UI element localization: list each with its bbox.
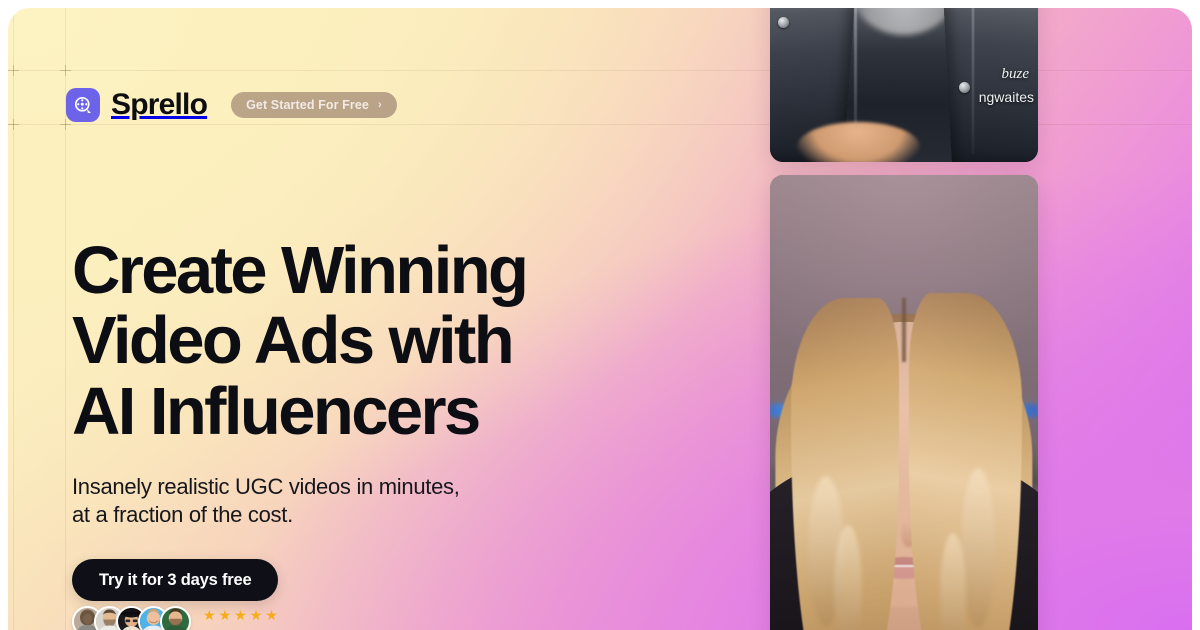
star-icon: ★ xyxy=(234,607,247,623)
video-preview-top[interactable]: buze ngwaites xyxy=(770,8,1038,162)
chevron-right-icon: › xyxy=(377,98,382,111)
page-title: Create Winning Video Ads with AI Influen… xyxy=(72,233,529,449)
creator-scene-artwork xyxy=(770,175,1038,630)
avatar xyxy=(160,606,191,630)
social-proof: ★ ★ ★ ★ ★ Join 100+ brands and agencies … xyxy=(72,606,484,630)
video-caption-line-2: ngwaites xyxy=(978,89,1034,105)
get-started-label: Get Started For Free xyxy=(246,98,369,112)
film-reel-icon xyxy=(66,88,100,122)
avatar-group xyxy=(72,606,191,630)
star-rating: ★ ★ ★ ★ ★ xyxy=(203,608,484,622)
video-preview-top-media: buze ngwaites xyxy=(770,8,1038,162)
social-proof-text-group: ★ ★ ★ ★ ★ Join 100+ brands and agencies … xyxy=(203,606,484,630)
hero-subheadline: Insanely realistic UGC videos in minutes… xyxy=(72,474,460,527)
video-caption-line-1: buze xyxy=(1001,66,1030,82)
brand-name: Sprello xyxy=(111,88,208,121)
hero-content: Create Winning Video Ads with AI Influen… xyxy=(72,233,712,602)
video-preview-main-media xyxy=(770,175,1038,630)
guide-crosshair-edge-bottom xyxy=(8,119,19,130)
guide-line-vertical-outer xyxy=(13,8,14,630)
guide-crosshair-top-left xyxy=(60,65,71,76)
star-icon: ★ xyxy=(203,607,216,623)
get-started-button[interactable]: Get Started For Free › xyxy=(231,92,397,118)
star-icon: ★ xyxy=(265,607,278,623)
site-header: Sprello Get Started For Free › xyxy=(66,88,397,122)
guide-crosshair-edge-top xyxy=(8,65,19,76)
video-preview-main[interactable] xyxy=(770,175,1038,630)
star-icon: ★ xyxy=(218,607,232,623)
brand-logo-link[interactable]: Sprello xyxy=(66,88,208,122)
video-preview-column: buze ngwaites xyxy=(762,8,1038,630)
jacket-artwork: buze ngwaites xyxy=(770,8,1038,162)
page-frame: Sprello Get Started For Free › Create Wi… xyxy=(0,0,1200,630)
hero-stage: Sprello Get Started For Free › Create Wi… xyxy=(8,8,1192,630)
star-icon: ★ xyxy=(249,607,263,623)
try-free-button[interactable]: Try it for 3 days free xyxy=(72,559,279,602)
